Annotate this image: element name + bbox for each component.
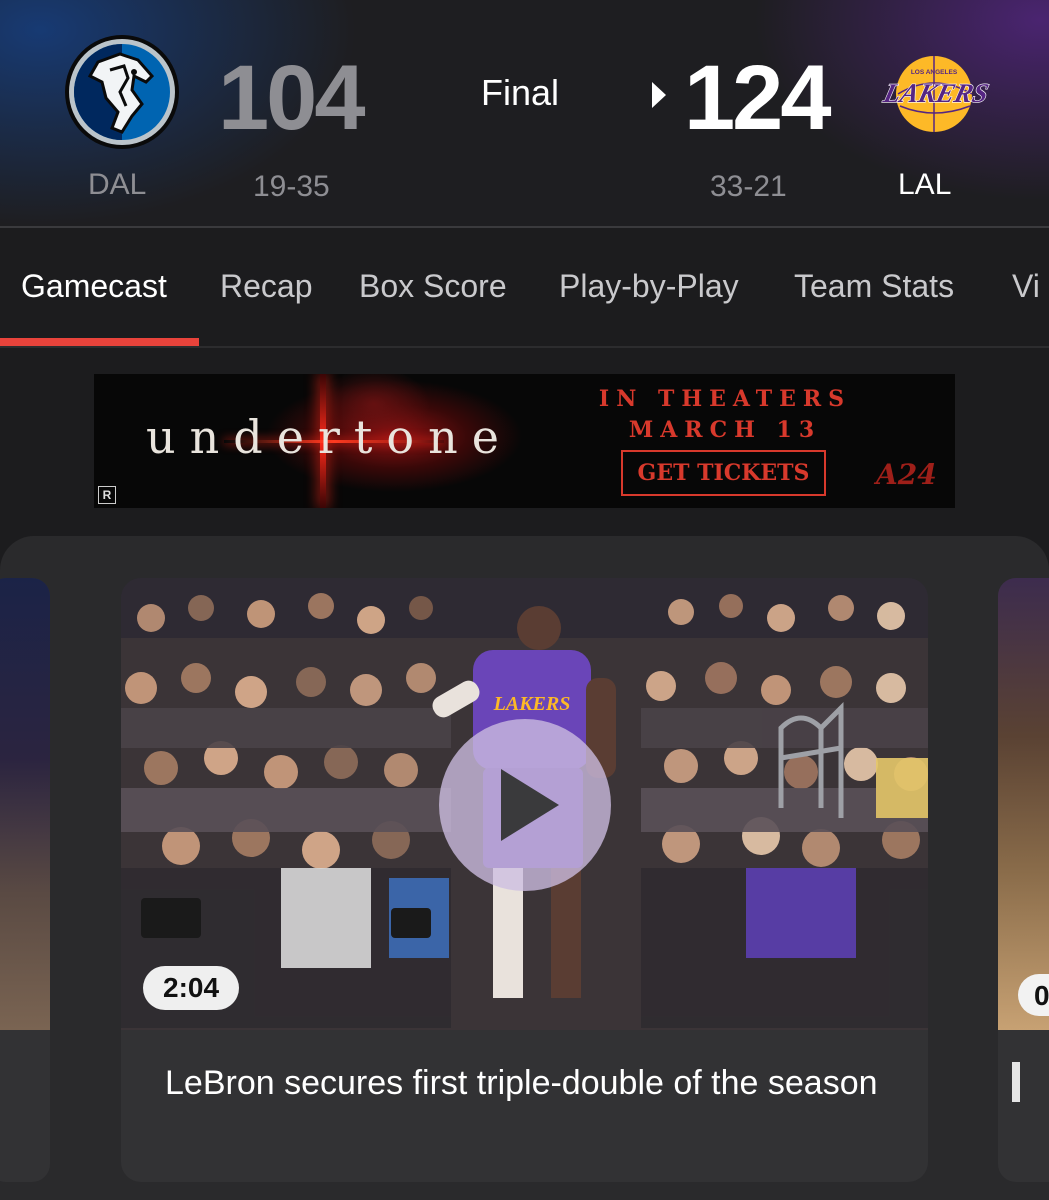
svg-text:LOS ANGELES: LOS ANGELES bbox=[911, 69, 958, 76]
tabs-divider bbox=[0, 346, 1049, 348]
ad-movie-title: undertone bbox=[146, 410, 513, 464]
tab-recap[interactable]: Recap bbox=[220, 268, 313, 305]
scoreboard-header: 104 Final 124 LOS ANGELES LAKERS DAL 19-… bbox=[0, 0, 1049, 228]
tab-videos[interactable]: Vi bbox=[1012, 268, 1040, 305]
video-title-fragment bbox=[1012, 1062, 1020, 1102]
ad-tagline-line1: IN THEATERS bbox=[598, 386, 852, 412]
svg-text:LAKERS: LAKERS bbox=[880, 78, 992, 108]
winner-indicator-icon bbox=[652, 82, 666, 108]
video-card-featured[interactable]: LAKERS 2:04 LeBron secures first triple-… bbox=[121, 578, 928, 1182]
ad-rating-badge: R bbox=[98, 486, 116, 504]
ad-release-info: IN THEATERS MARCH 13 bbox=[597, 384, 853, 446]
svg-text:LAKERS: LAKERS bbox=[493, 693, 571, 715]
play-icon bbox=[501, 769, 559, 841]
video-thumbnail bbox=[0, 578, 50, 1030]
home-team-record: 33-21 bbox=[710, 170, 787, 203]
home-team-abbr[interactable]: LAL bbox=[898, 168, 951, 202]
game-status: Final bbox=[481, 72, 560, 113]
ad-banner[interactable]: undertone IN THEATERS MARCH 13 GET TICKE… bbox=[94, 374, 955, 508]
mavericks-logo[interactable] bbox=[62, 32, 182, 152]
video-title[interactable]: LeBron secures first triple-double of th… bbox=[165, 1056, 895, 1110]
ad-get-tickets-button[interactable]: GET TICKETS bbox=[621, 450, 826, 496]
video-duration-badge: 2:04 bbox=[143, 966, 240, 1010]
active-tab-indicator bbox=[0, 338, 199, 346]
tab-play-by-play[interactable]: Play-by-Play bbox=[559, 268, 739, 305]
play-button[interactable] bbox=[439, 719, 611, 891]
lakers-logo[interactable]: LOS ANGELES LAKERS bbox=[868, 54, 992, 134]
away-team-record: 19-35 bbox=[253, 170, 330, 203]
away-score: 104 bbox=[218, 47, 365, 149]
tab-team-stats[interactable]: Team Stats bbox=[794, 268, 954, 305]
away-team-abbr[interactable]: DAL bbox=[88, 168, 146, 202]
tab-box-score[interactable]: Box Score bbox=[359, 268, 507, 305]
game-tabs: Gamecast Recap Box Score Play-by-Play Te… bbox=[0, 228, 1049, 348]
video-thumbnail: LAKERS 2:04 bbox=[121, 578, 928, 1030]
ad-studio-logo: A24 bbox=[876, 458, 937, 491]
video-card-next[interactable]: 0 bbox=[998, 578, 1049, 1182]
home-score: 124 bbox=[684, 47, 831, 149]
tab-gamecast[interactable]: Gamecast bbox=[21, 268, 167, 305]
video-card-previous[interactable] bbox=[0, 578, 50, 1182]
video-thumbnail bbox=[998, 578, 1049, 1030]
ad-tagline-line2: MARCH 13 bbox=[628, 417, 822, 443]
